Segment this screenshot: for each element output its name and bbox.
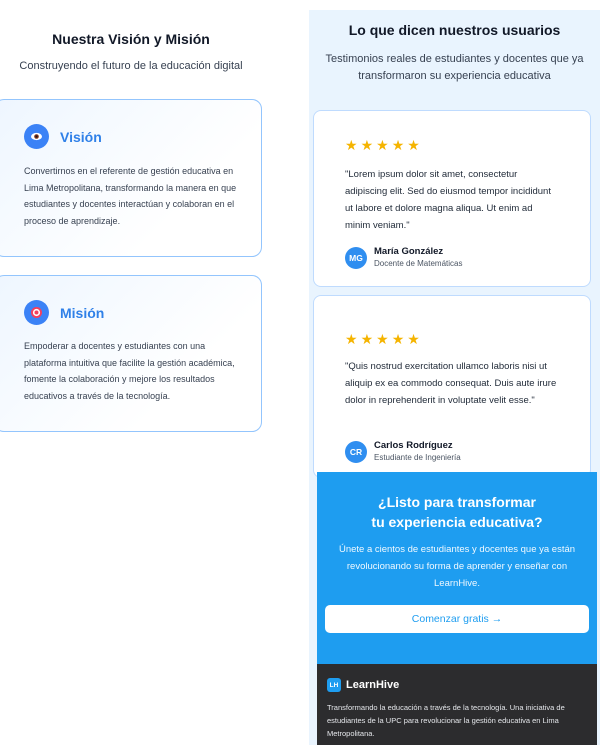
vision-card-header: Visión — [24, 124, 102, 149]
star-icon: ★ — [345, 331, 358, 347]
testimonial-quote: "Lorem ipsum dolor sit amet, consectetur… — [345, 169, 551, 231]
author-role: Estudiante de Ingeniería — [374, 453, 461, 462]
testimonials-title: Lo que dicen nuestros usuarios — [348, 22, 561, 38]
star-icon: ★ — [407, 331, 420, 347]
mission-card: Misión Empoderar a docentes y estudiante… — [0, 275, 262, 432]
vision-card: Visión Convertirnos en el referente de g… — [0, 99, 262, 257]
star-icon: ★ — [391, 331, 405, 347]
star-icon: ★ — [345, 137, 358, 153]
vision-text: Convertirnos en el referente de gestión … — [24, 166, 237, 226]
star-icon: ★ — [376, 331, 389, 347]
mission-card-header: Misión — [24, 300, 104, 325]
footer-brand[interactable]: LH LearnHive — [327, 678, 399, 692]
rating-stars: ★ ★ ★ ★ ★ — [345, 138, 420, 152]
footer-description: Transformando la educación a través de l… — [327, 703, 565, 738]
author-name: María González — [374, 246, 444, 257]
start-free-button[interactable]: Comenzar gratis → — [325, 605, 589, 633]
mission-text: Empoderar a docentes y estudiantes con u… — [24, 341, 235, 401]
vision-mission-subtitle: Construyendo el futuro de la educación d… — [19, 60, 243, 72]
avatar: MG — [345, 247, 367, 269]
rating-stars: ★ ★ ★ ★ ★ — [345, 332, 420, 346]
star-icon: ★ — [391, 137, 405, 153]
testimonial-author: CR Carlos Rodríguez Estudiante de Ingeni… — [345, 440, 461, 464]
vision-title: Visión — [60, 128, 102, 145]
testimonial-card: ★ ★ ★ ★ ★ "Quis nostrud exercitation ull… — [313, 295, 591, 478]
cta-title: ¿Listo para transformar tu experiencia e… — [317, 492, 597, 532]
avatar: CR — [345, 441, 367, 463]
star-icon: ★ — [360, 137, 374, 153]
brand-name: LearnHive — [346, 679, 400, 691]
target-icon — [24, 300, 49, 325]
star-icon: ★ — [376, 137, 389, 153]
testimonial-author: MG María González Docente de Matemáticas — [345, 246, 463, 270]
testimonial-quote: "Quis nostrud exercitation ullamco labor… — [345, 361, 557, 406]
vision-mission-title: Nuestra Visión y Misión — [52, 31, 210, 47]
footer: LH LearnHive Transformando la educación … — [317, 664, 597, 745]
cta-title-line1: ¿Listo para transformar — [378, 494, 536, 510]
testimonial-card: ★ ★ ★ ★ ★ "Lorem ipsum dolor sit amet, c… — [313, 110, 591, 287]
cta-title-line2: tu experiencia educativa? — [371, 514, 543, 530]
testimonials-section: Lo que dicen nuestros usuarios Testimoni… — [309, 10, 600, 745]
eye-icon — [24, 124, 49, 149]
learnhive-logo-icon: LH — [327, 678, 341, 692]
cta-text: Únete a cientos de estudiantes y docente… — [338, 544, 576, 589]
author-role: Docente de Matemáticas — [374, 259, 463, 268]
testimonials-subtitle: Testimonios reales de estudiantes y doce… — [325, 53, 584, 82]
star-icon: ★ — [360, 331, 374, 347]
author-name: Carlos Rodríguez — [374, 440, 453, 451]
cta-banner: ¿Listo para transformar tu experiencia e… — [317, 472, 597, 664]
star-icon: ★ — [407, 137, 420, 153]
mission-title: Misión — [60, 304, 105, 321]
